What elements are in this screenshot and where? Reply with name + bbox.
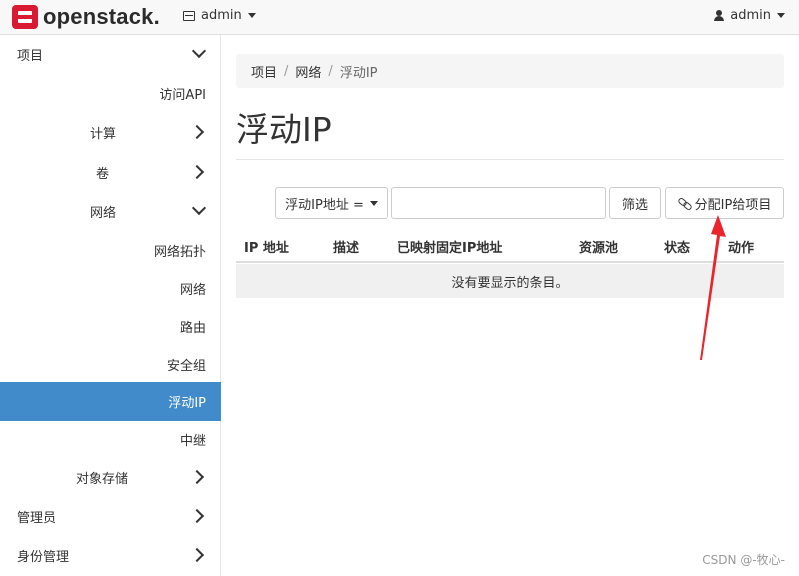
breadcrumb-separator: / <box>284 63 289 79</box>
chevron-right-icon <box>189 547 205 563</box>
annotation-arrow <box>700 215 726 360</box>
sidebar-item-network-group[interactable]: 网络 <box>0 192 221 230</box>
breadcrumb: 项目 / 网络 / 浮动IP <box>236 54 784 88</box>
filter-field-label: 浮动IP地址 = <box>285 197 364 213</box>
sidebar-item-label: 对象存储 <box>76 471 129 487</box>
sidebar-item-floating-ips[interactable]: 浮动IP <box>0 382 221 421</box>
column-header-actions: 动作 <box>728 241 755 256</box>
user-menu-dropdown[interactable]: admin <box>714 8 785 23</box>
chevron-down-icon <box>191 200 207 216</box>
logo-text: openstack. <box>43 4 160 29</box>
column-header-ip-address[interactable]: IP 地址 <box>244 237 289 256</box>
project-selector-dropdown[interactable]: admin <box>183 8 256 23</box>
sidebar-item-identity[interactable]: 身份管理 <box>0 536 221 574</box>
sidebar-item-label: 安全组 <box>166 358 206 374</box>
project-icon <box>183 10 195 21</box>
allocate-ip-button-label: 分配IP给项目 <box>694 197 772 213</box>
sidebar-item-label: 管理员 <box>17 510 57 526</box>
chevron-right-icon <box>189 469 205 485</box>
chevron-down-icon <box>191 43 207 59</box>
caret-down-icon <box>369 200 378 206</box>
chevron-right-icon <box>189 124 205 140</box>
title-divider <box>236 159 784 160</box>
sidebar-item-label: 浮动IP <box>168 396 206 411</box>
link-icon <box>678 199 691 208</box>
page-title: 浮动IP <box>236 110 332 149</box>
sidebar-item-volumes[interactable]: 卷 <box>0 153 221 191</box>
sidebar-item-routers[interactable]: 路由 <box>0 307 221 345</box>
sidebar-item-network-topology[interactable]: 网络拓扑 <box>0 231 221 269</box>
filter-field-dropdown[interactable]: 浮动IP地址 = <box>275 187 388 219</box>
watermark: CSDN @-牧心- <box>702 553 785 567</box>
caret-down-icon <box>777 13 785 18</box>
sidebar-item-trunks[interactable]: 中继 <box>0 420 221 458</box>
project-selector-label: admin <box>201 8 242 23</box>
sidebar-nav: 项目 访问API 计算 卷 网络 网络拓扑 网络 路由 安全组 浮动IP 中继 … <box>0 35 221 576</box>
sidebar-item-object-store[interactable]: 对象存储 <box>0 458 221 496</box>
openstack-logo[interactable]: openstack. <box>12 4 160 29</box>
filter-button[interactable]: 筛选 <box>609 187 661 219</box>
breadcrumb-item-project[interactable]: 项目 <box>251 62 277 81</box>
sidebar-item-label: 网络拓扑 <box>153 244 206 260</box>
user-menu-label: admin <box>730 8 771 23</box>
sidebar-item-label: 中继 <box>179 433 206 449</box>
sidebar-item-label: 路由 <box>179 320 206 336</box>
chevron-right-icon <box>189 164 205 180</box>
breadcrumb-separator: / <box>328 63 333 79</box>
caret-down-icon <box>247 13 256 18</box>
sidebar-item-admin[interactable]: 管理员 <box>0 497 221 535</box>
column-header-status[interactable]: 状态 <box>664 237 690 256</box>
sidebar-item-label: 计算 <box>90 126 117 142</box>
empty-message: 没有要显示的条目。 <box>451 275 569 291</box>
annotation-arrow-shape <box>700 215 726 360</box>
user-icon <box>714 10 725 21</box>
sidebar-item-project[interactable]: 项目 <box>0 35 221 73</box>
sidebar-item-label: 访问API <box>159 87 206 103</box>
sidebar-item-compute[interactable]: 计算 <box>0 113 221 151</box>
sidebar-item-label: 项目 <box>17 48 44 64</box>
sidebar-item-networks[interactable]: 网络 <box>0 269 221 307</box>
sidebar-item-label: 网络 <box>90 205 117 221</box>
breadcrumb-item-current: 浮动IP <box>339 65 378 81</box>
chevron-right-icon <box>189 508 205 524</box>
sidebar-item-label: 身份管理 <box>17 549 70 565</box>
openstack-logo-icon <box>12 5 38 29</box>
breadcrumb-item-network[interactable]: 网络 <box>295 62 321 81</box>
filter-input[interactable] <box>391 187 606 219</box>
column-header-mapped-fixed-ip[interactable]: 已映射固定IP地址 <box>397 237 502 256</box>
filter-button-label: 筛选 <box>621 197 648 213</box>
column-header-description[interactable]: 描述 <box>333 237 359 256</box>
sidebar-item-access-api[interactable]: 访问API <box>0 74 221 112</box>
sidebar-item-security-groups[interactable]: 安全组 <box>0 345 221 383</box>
sidebar-item-label: 网络 <box>179 282 206 298</box>
top-navbar: openstack. admin admin <box>0 0 799 35</box>
sidebar-item-label: 卷 <box>96 166 110 182</box>
column-header-pool[interactable]: 资源池 <box>579 237 618 256</box>
